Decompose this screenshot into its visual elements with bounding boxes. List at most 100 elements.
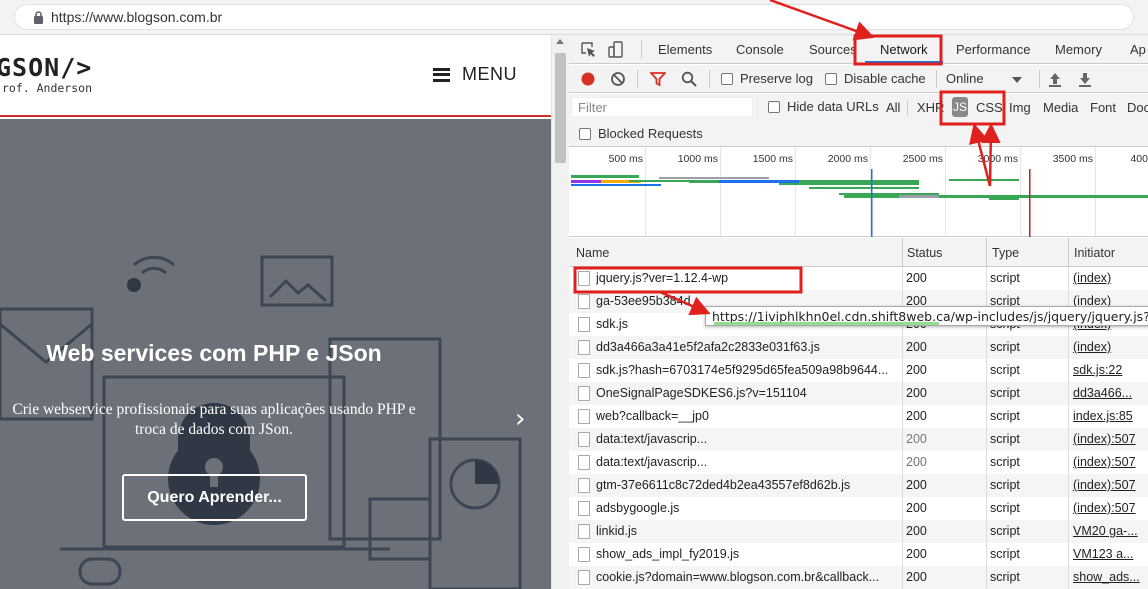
request-initiator[interactable]: (index):507	[1073, 455, 1148, 469]
disable-cache-checkbox[interactable]	[825, 73, 837, 85]
file-icon	[578, 501, 590, 516]
request-initiator[interactable]: show_ads...	[1073, 570, 1148, 584]
device-toolbar-icon[interactable]	[607, 41, 624, 58]
request-initiator[interactable]: (index):507	[1073, 478, 1148, 492]
search-icon[interactable]	[681, 71, 697, 87]
request-status: 200	[906, 501, 927, 515]
filter-type-media[interactable]: Media	[1043, 100, 1078, 115]
url-text[interactable]: https://www.blogson.com.br	[51, 9, 222, 25]
request-row[interactable]: cookie.js?domain=www.blogson.com.br&call…	[569, 566, 1148, 589]
request-initiator[interactable]: index.js:85	[1073, 409, 1148, 423]
filter-icon[interactable]	[650, 71, 666, 87]
overview-waterfall	[571, 169, 1148, 237]
request-status: 200	[906, 455, 927, 469]
request-row[interactable]: gtm-37e6611c8c72ded4b2ea43557ef8d62b.js …	[569, 474, 1148, 497]
blocked-requests-label[interactable]: Blocked Requests	[598, 126, 703, 141]
file-icon	[578, 294, 590, 309]
request-row[interactable]: jquery.js?ver=1.12.4-wp 200 script (inde…	[569, 267, 1148, 290]
website-scrollbar[interactable]	[551, 35, 569, 589]
hide-data-urls-label[interactable]: Hide data URLs	[787, 99, 879, 114]
address-bar: https://www.blogson.com.br	[0, 0, 1148, 35]
menu-button[interactable]: MENU	[433, 64, 517, 85]
filter-type-js[interactable]: JS	[952, 97, 968, 117]
request-type: script	[990, 432, 1020, 446]
request-type: script	[990, 363, 1020, 377]
request-row[interactable]: OneSignalPageSDKES6.js?v=151104 200 scri…	[569, 382, 1148, 405]
request-initiator[interactable]: dd3a466...	[1073, 386, 1148, 400]
request-row[interactable]: linkid.js 200 script VM20 ga-...	[569, 520, 1148, 543]
request-status: 200	[906, 386, 927, 400]
preserve-log-checkbox[interactable]	[721, 73, 733, 85]
request-initiator[interactable]: VM123 a...	[1073, 547, 1148, 561]
request-initiator[interactable]: sdk.js:22	[1073, 363, 1148, 377]
tab-elements[interactable]: Elements	[658, 42, 712, 57]
throttling-value: Online	[946, 71, 984, 86]
filter-type-doc[interactable]: Doc	[1127, 100, 1148, 115]
export-har-icon[interactable]	[1078, 71, 1092, 87]
request-row[interactable]: data:text/javascrip... 200 script (index…	[569, 451, 1148, 474]
request-row[interactable]: adsbygoogle.js 200 script (index):507	[569, 497, 1148, 520]
request-row[interactable]: data:text/javascrip... 200 script (index…	[569, 428, 1148, 451]
network-overview[interactable]: 500 ms 1000 ms 1500 ms 2000 ms 2500 ms 3…	[569, 147, 1148, 237]
carousel-next-icon[interactable]: ›	[515, 404, 525, 434]
preserve-log-label[interactable]: Preserve log	[740, 71, 813, 86]
file-icon	[578, 363, 590, 378]
filter-type-font[interactable]: Font	[1090, 100, 1116, 115]
request-initiator[interactable]: VM20 ga-...	[1073, 524, 1148, 538]
inspect-element-icon[interactable]	[580, 41, 597, 58]
request-row[interactable]: web?callback=__jp0 200 script index.js:8…	[569, 405, 1148, 428]
scrollbar-thumb[interactable]	[555, 53, 566, 163]
hide-data-urls-checkbox[interactable]	[768, 101, 780, 113]
highlight-mark	[714, 322, 939, 325]
record-icon[interactable]	[580, 71, 596, 87]
filter-type-all[interactable]: All	[886, 100, 900, 115]
disable-cache-label[interactable]: Disable cache	[844, 71, 926, 86]
request-status: 200	[906, 340, 927, 354]
blocked-requests-checkbox[interactable]	[579, 128, 591, 140]
tab-network[interactable]: Network	[880, 42, 928, 57]
file-icon	[578, 409, 590, 424]
tab-memory[interactable]: Memory	[1055, 42, 1102, 57]
request-row[interactable]: dd3a466a3a41e5f2afa2c2833e031f63.js 200 …	[569, 336, 1148, 359]
request-initiator[interactable]: (index)	[1073, 271, 1148, 285]
request-initiator[interactable]: (index):507	[1073, 501, 1148, 515]
site-logo-subtitle: rof. Anderson	[2, 81, 93, 95]
column-status-header[interactable]: Status	[907, 246, 942, 260]
request-row[interactable]: show_ads_impl_fy2019.js 200 script VM123…	[569, 543, 1148, 566]
cta-button[interactable]: Quero Aprender...	[122, 474, 307, 521]
tab-application[interactable]: Ap	[1130, 42, 1146, 57]
omnibox[interactable]: https://www.blogson.com.br	[14, 4, 1134, 30]
request-type: script	[990, 271, 1020, 285]
requests-table-header: Name Status Type Initiator	[569, 238, 1148, 267]
request-name: adsbygoogle.js	[596, 501, 680, 515]
filter-type-css[interactable]: CSS	[976, 100, 1003, 115]
filter-type-xhr[interactable]: XHR	[917, 100, 944, 115]
request-initiator[interactable]: (index)	[1073, 340, 1148, 354]
filter-placeholder: Filter	[578, 100, 607, 115]
file-icon	[578, 524, 590, 539]
site-logo[interactable]: GSON/>	[0, 53, 92, 82]
devtools-tabbar: Elements Console Sources Network Perform…	[569, 35, 1148, 64]
import-har-icon[interactable]	[1048, 71, 1062, 87]
file-icon	[578, 570, 590, 585]
chevron-down-icon	[1012, 77, 1022, 83]
request-status: 200	[906, 409, 927, 423]
tab-console[interactable]: Console	[736, 42, 784, 57]
file-icon	[578, 317, 590, 332]
column-type-header[interactable]: Type	[992, 246, 1019, 260]
scroll-up-icon[interactable]	[556, 39, 564, 44]
request-type: script	[990, 340, 1020, 354]
tab-sources[interactable]: Sources	[809, 42, 857, 57]
request-row[interactable]: sdk.js?hash=6703174e5f9295d65fea509a98b9…	[569, 359, 1148, 382]
throttling-select[interactable]: Online	[946, 69, 1026, 89]
request-initiator[interactable]: (index):507	[1073, 432, 1148, 446]
hero-subtitle: Crie webservice profissionais para suas …	[12, 401, 416, 438]
hero-banner: Web services com PHP e JSon Crie webserv…	[0, 119, 551, 589]
column-initiator-header[interactable]: Initiator	[1074, 246, 1115, 260]
tab-performance[interactable]: Performance	[956, 42, 1030, 57]
filter-type-img[interactable]: Img	[1009, 100, 1031, 115]
website-viewport: GSON/> rof. Anderson MENU Web services c…	[0, 35, 551, 589]
clear-icon[interactable]	[610, 71, 626, 87]
filter-input[interactable]: Filter	[571, 97, 753, 117]
column-name-header[interactable]: Name	[576, 246, 609, 260]
